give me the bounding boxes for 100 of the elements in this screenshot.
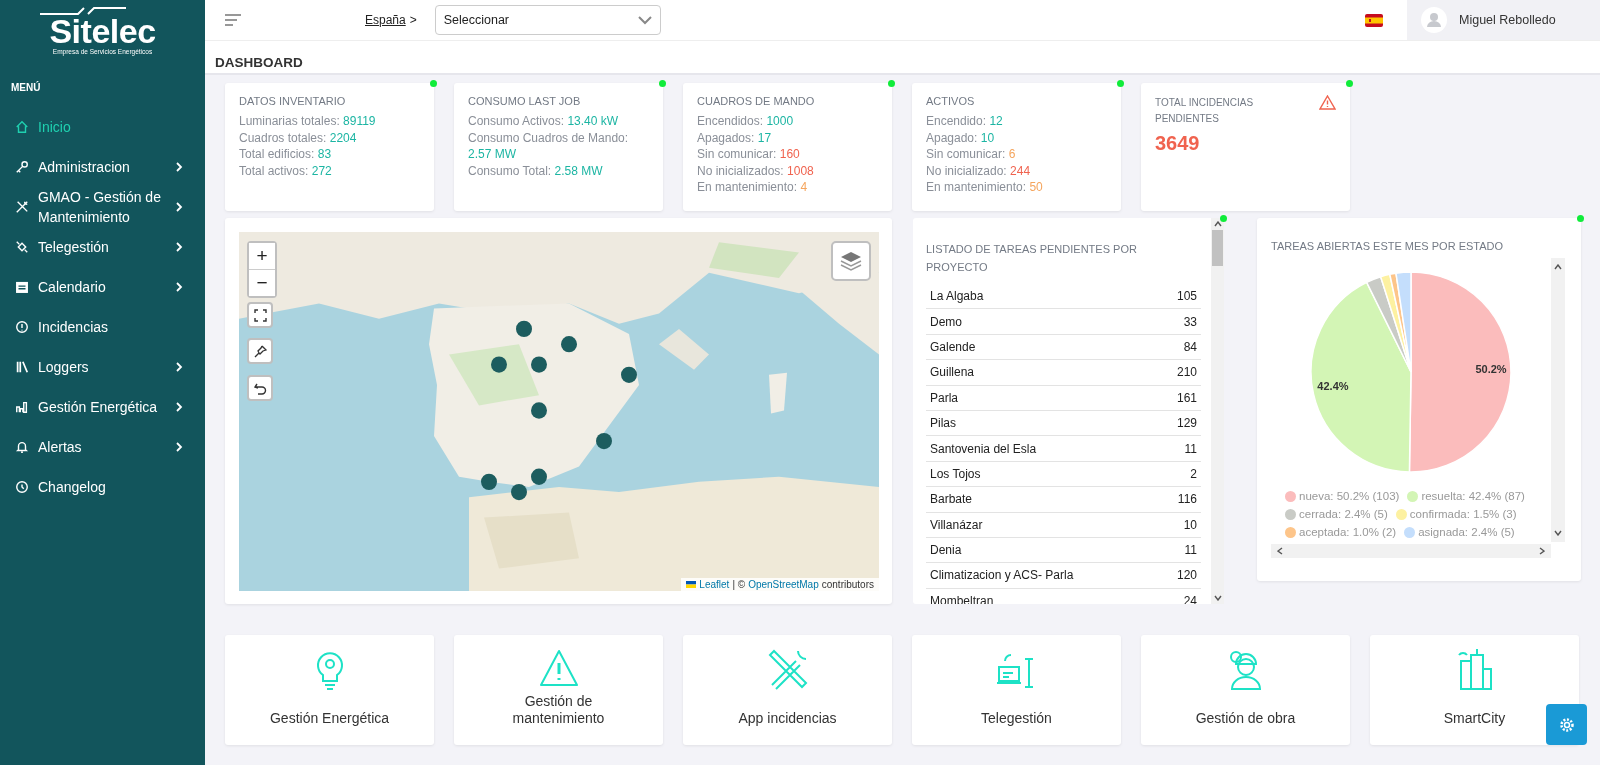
stat-line: En mantenimiento: 50: [926, 179, 1044, 196]
project-name: Pilas: [930, 416, 956, 431]
module-tile[interactable]: Gestión Energética: [225, 635, 434, 745]
stat-line: Apagados: 17: [697, 129, 773, 146]
chevron-right-icon: [176, 162, 183, 172]
task-count: 11: [1184, 441, 1197, 456]
sidebar-item[interactable]: GMAO - Gestión de Mantenimiento: [0, 187, 205, 227]
task-count: 116: [1177, 492, 1197, 507]
project-name: Demo: [930, 314, 962, 329]
leaflet-link[interactable]: Leaflet: [699, 579, 730, 590]
sidebar-item[interactable]: Gestión Energética: [0, 387, 205, 427]
module-tile[interactable]: Gestión de obra: [1141, 635, 1350, 745]
chevron-right-icon: [176, 242, 183, 252]
attribution-text: contributors: [821, 579, 874, 590]
scroll-left-icon[interactable]: [1277, 547, 1283, 555]
home-icon: [15, 120, 29, 134]
logo-lines-icon: [37, 6, 128, 16]
scrollbar-thumb[interactable]: [1212, 230, 1223, 266]
scroll-right-icon[interactable]: [1539, 547, 1545, 555]
task-count: 24: [1183, 593, 1197, 604]
incident-count: 3649: [1155, 132, 1201, 155]
flag-icon[interactable]: [1365, 13, 1383, 27]
sidebar-item[interactable]: Incidencias: [0, 307, 205, 347]
avatar-icon: [1421, 7, 1447, 33]
stat-line: Luminarias totales: 89119: [239, 113, 377, 130]
chevron-right-icon: [176, 282, 183, 292]
stat-line: En mantenimiento: 4: [697, 179, 809, 196]
stat-line: Encendidos: 1000: [697, 113, 795, 130]
task-count: 129: [1176, 416, 1197, 431]
slice-label: 42.4%: [1317, 379, 1349, 392]
breadcrumb-link[interactable]: España: [365, 13, 406, 27]
stat-line: Encendido: 12: [926, 113, 1004, 130]
stat-line: Total edificios: 83: [239, 146, 333, 163]
module-tile[interactable]: SmartCity: [1370, 635, 1579, 745]
module-tile[interactable]: Telegestión: [912, 635, 1121, 745]
breadcrumb-separator: >: [409, 13, 417, 27]
legend-label: cerrada: 2.4% (5): [1299, 508, 1388, 520]
stat-line: Sin comunicar: 6: [926, 146, 1017, 163]
fullscreen-button[interactable]: [247, 302, 273, 328]
stat-line: Apagado: 10: [926, 129, 996, 146]
scrollbar[interactable]: [1271, 544, 1551, 558]
sidebar-item[interactable]: Inicio: [0, 107, 205, 147]
flag-icon: [686, 581, 697, 588]
task-count: 11: [1184, 543, 1197, 558]
project-name: La Algaba: [930, 289, 984, 304]
sidebar-item[interactable]: Telegestión: [0, 227, 205, 267]
task-count: 120: [1176, 568, 1197, 583]
openstreetmap-link[interactable]: OpenStreetMap: [748, 579, 819, 590]
pin-icon: [253, 344, 267, 358]
layers-button[interactable]: [831, 241, 871, 281]
scroll-up-icon[interactable]: [1213, 221, 1222, 227]
logo-wordmark: Sitelec: [49, 16, 156, 46]
menu-icon[interactable]: [225, 14, 241, 26]
chevron-right-icon: [176, 362, 183, 372]
slice-label: 50.2%: [1475, 362, 1507, 375]
scrollbar[interactable]: [1211, 218, 1224, 604]
scroll-down-icon[interactable]: [1554, 530, 1562, 536]
scroll-down-icon[interactable]: [1213, 595, 1222, 601]
project-name: Santovenia del Esla: [930, 441, 1037, 456]
project-name: Barbate: [930, 492, 973, 507]
module-tile[interactable]: Gestión de mantenimiento: [454, 635, 663, 745]
legend-label: asignada: 2.4% (5): [1418, 526, 1515, 538]
task-count: 210: [1176, 365, 1197, 380]
zoom-out-button[interactable]: −: [249, 270, 275, 296]
card-title: TOTAL INCIDENCIAS PENDIENTES: [1155, 96, 1255, 126]
task-count: 84: [1183, 339, 1197, 354]
sidebar-item[interactable]: Calendario: [0, 267, 205, 307]
undo-button[interactable]: [247, 375, 273, 401]
project-name: Villanázar: [930, 517, 983, 532]
tools-icon: [15, 200, 29, 214]
module-tile[interactable]: App incidencias: [683, 635, 892, 745]
calendar-icon: [15, 280, 29, 294]
stat-line: Sin comunicar: 160: [697, 146, 801, 163]
settings-button[interactable]: [1546, 704, 1587, 745]
fullscreen-icon: [253, 308, 267, 322]
user-menu[interactable]: Miguel Rebolledo: [1407, 0, 1600, 40]
key-icon: [15, 160, 29, 174]
scroll-up-icon[interactable]: [1554, 264, 1562, 270]
satellite-icon: [15, 240, 29, 254]
card-title: CUADROS DE MANDO: [697, 95, 816, 108]
project-select[interactable]: Seleccionar: [434, 5, 661, 35]
scrollbar[interactable]: [1551, 258, 1565, 542]
books-icon: [15, 360, 29, 374]
sidebar-item[interactable]: Administracion: [0, 147, 205, 187]
sidebar-item[interactable]: Alertas: [0, 427, 205, 467]
history-icon: [15, 480, 29, 494]
card-title: CONSUMO LAST JOB: [468, 95, 582, 108]
stat-line: No inicializado: 244: [926, 162, 1032, 179]
task-count: 105: [1176, 289, 1197, 304]
project-name: Climatizacion y ACS- Parla: [930, 568, 1074, 583]
pin-button[interactable]: [247, 338, 273, 364]
sidebar-item[interactable]: Loggers: [0, 347, 205, 387]
card-title: LISTADO DE TAREAS PENDIENTES POR PROYECTO: [926, 242, 1138, 275]
stat-line: No inicializados: 1008: [697, 162, 815, 179]
legend-label: confirmada: 1.5% (3): [1409, 508, 1517, 520]
task-count: 2: [1190, 466, 1197, 481]
sidebar-item[interactable]: Changelog: [0, 467, 205, 507]
project-name: Guillena: [930, 365, 975, 380]
warning-icon: [1319, 95, 1336, 110]
zoom-in-button[interactable]: +: [249, 243, 275, 269]
